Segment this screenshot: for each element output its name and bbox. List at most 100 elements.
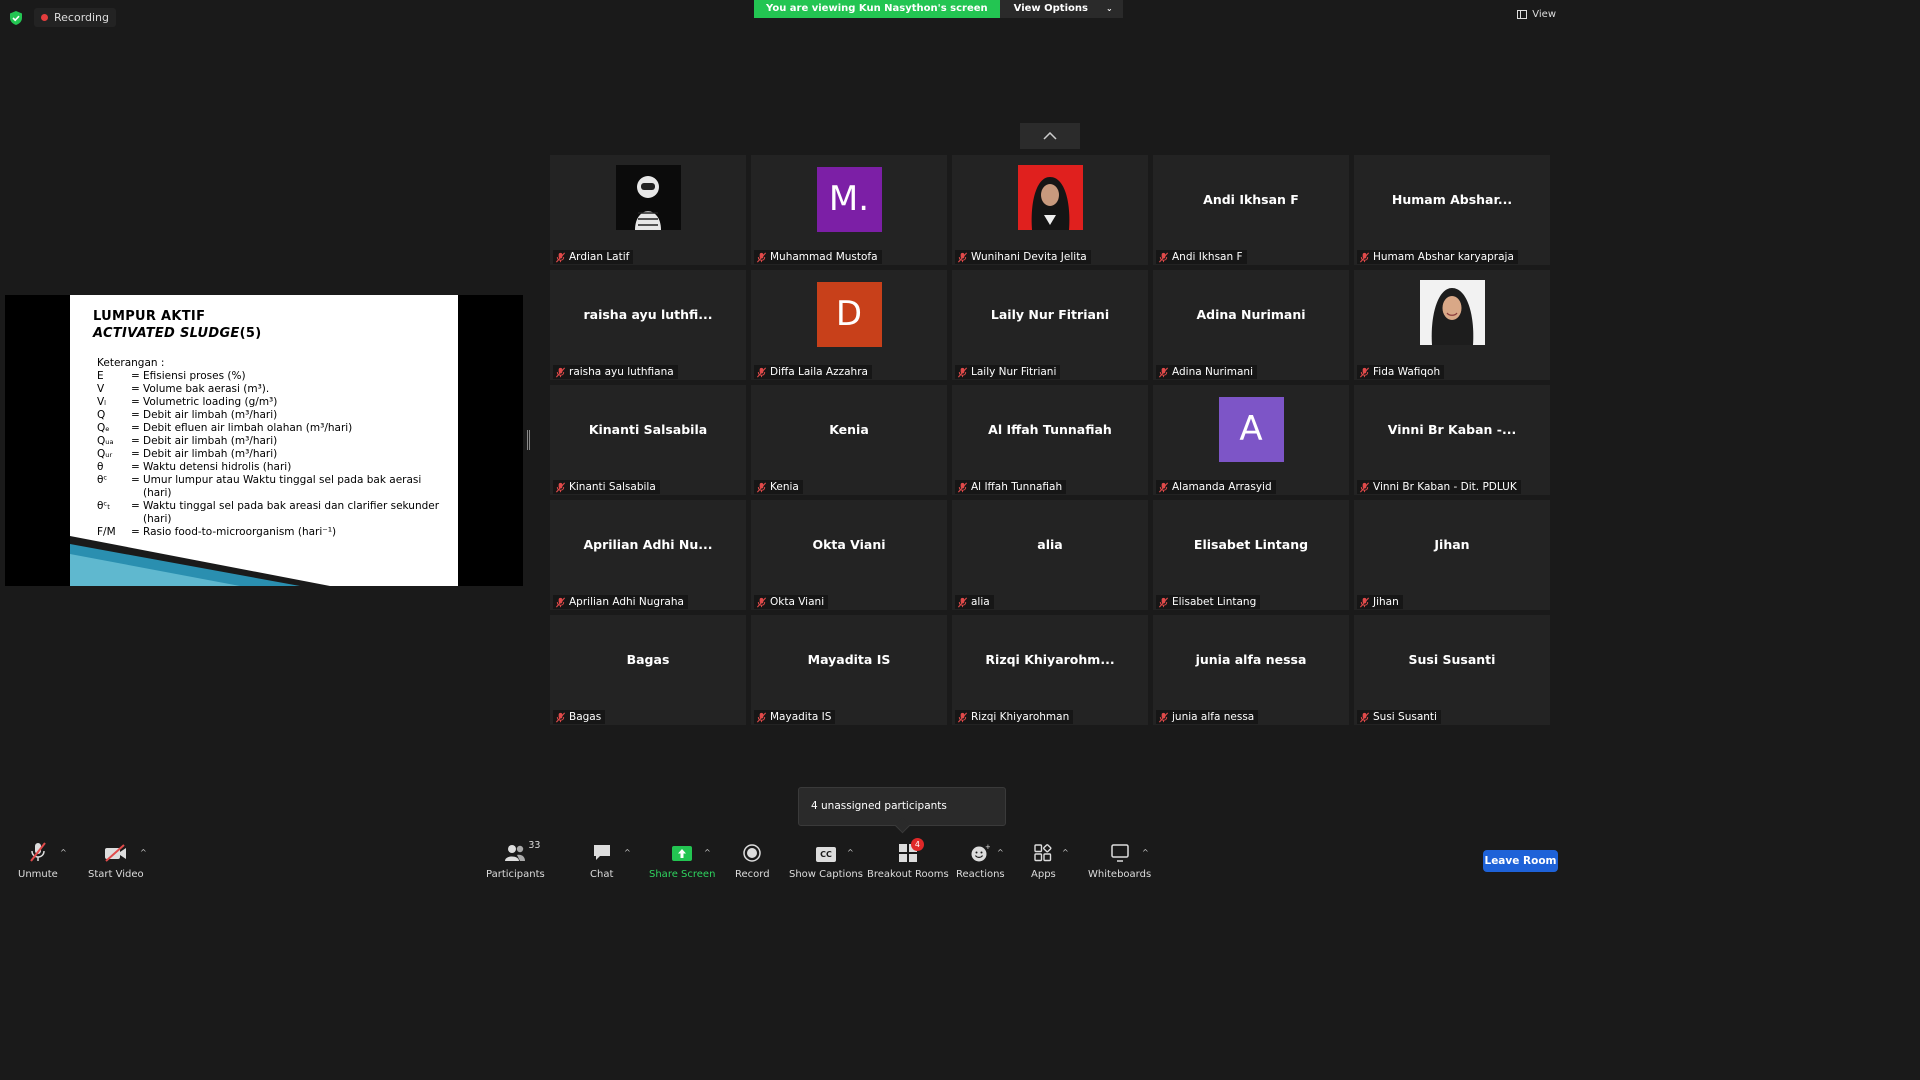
recording-label: Recording (54, 11, 110, 24)
microphone-muted-icon (1359, 597, 1370, 607)
view-options-label: View Options (1013, 3, 1088, 14)
security-shield-icon[interactable] (8, 10, 24, 26)
captions-options-caret[interactable]: ^ (847, 848, 854, 857)
meeting-toolbar: Unmute ^ Start Video ^ 33 Participants C… (0, 836, 1568, 882)
participants-button[interactable]: 33 Participants (486, 840, 545, 880)
grid-view-icon (1517, 10, 1528, 19)
microphone-muted-icon (957, 252, 968, 262)
slide-definition-row: θᶜₜ = Waktu tinggal sel pada bak areasi da… (97, 500, 442, 526)
participant-name-label: Kenia (754, 480, 803, 494)
participant-tile[interactable]: Wunihani Devita Jelita (952, 155, 1148, 265)
avatar: M. (816, 166, 882, 232)
participant-tile[interactable]: Ardian Latif (550, 155, 746, 265)
participant-tile[interactable]: Andi Ikhsan F Andi Ikhsan F (1153, 155, 1349, 265)
record-button[interactable]: Record (735, 842, 770, 880)
leave-room-button[interactable]: Leave Room (1483, 850, 1558, 872)
viewing-screen-text: You are viewing Kun Nasython's screen (754, 0, 1000, 18)
participant-name-label: Muhammad Mustofa (754, 250, 882, 264)
participant-tile[interactable]: Kenia Kenia (751, 385, 947, 495)
slide-definition-eq: = (131, 422, 140, 434)
microphone-muted-icon (1359, 252, 1370, 262)
microphone-muted-icon (957, 367, 968, 377)
shared-screen[interactable]: LUMPUR AKTIF ACTIVATED SLUDGE(5) Keteran… (5, 295, 523, 586)
audio-options-caret[interactable]: ^ (60, 848, 67, 857)
breakout-rooms-button[interactable]: 4 Breakout Rooms (867, 838, 949, 880)
participant-name: Susi Susanti (1373, 711, 1437, 723)
microphone-muted-icon (555, 252, 566, 262)
slide-definition-row: Qᵤᵣ = Debit air limbah (m³/hari) (97, 448, 442, 461)
participant-name-label: Diffa Laila Azzahra (754, 365, 872, 379)
participant-tile[interactable]: Jihan Jihan (1354, 500, 1550, 610)
participant-display: Andi Ikhsan F (1153, 155, 1349, 243)
participant-display-name: Kenia (829, 421, 869, 437)
participant-tile[interactable]: alia alia (952, 500, 1148, 610)
participant-tile[interactable]: junia alfa nessa junia alfa nessa (1153, 615, 1349, 725)
participant-display (952, 155, 1148, 243)
view-layout-button[interactable]: View (1517, 9, 1556, 20)
participant-tile[interactable]: Elisabet Lintang Elisabet Lintang (1153, 500, 1349, 610)
apps-options-caret[interactable]: ^ (1062, 848, 1069, 857)
reactions-options-caret[interactable]: ^ (997, 848, 1004, 857)
video-options-caret[interactable]: ^ (140, 848, 147, 857)
slide-definition-def: Debit air limbah (m³/hari) (143, 448, 278, 460)
participant-tile[interactable]: Kinanti Salsabila Kinanti Salsabila (550, 385, 746, 495)
participant-tile[interactable]: Humam Abshar... Humam Abshar karyapraja (1354, 155, 1550, 265)
participant-display: Okta Viani (751, 500, 947, 588)
participant-tile[interactable]: Aprilian Adhi Nu... Aprilian Adhi Nugraha (550, 500, 746, 610)
participant-tile[interactable]: Mayadita IS Mayadita IS (751, 615, 947, 725)
participant-display-name: raisha ayu luthfi... (583, 306, 713, 322)
slide-definition-sym: θᶜₜ (97, 500, 111, 512)
participant-tile[interactable]: Okta Viani Okta Viani (751, 500, 947, 610)
participant-tile[interactable]: Al Iffah Tunnafiah Al Iffah Tunnafiah (952, 385, 1148, 495)
share-options-caret[interactable]: ^ (704, 848, 711, 857)
participant-tile[interactable]: D Diffa Laila Azzahra (751, 270, 947, 380)
microphone-muted-icon (957, 712, 968, 722)
participant-name: Andi Ikhsan F (1172, 251, 1243, 263)
participant-tile[interactable]: Bagas Bagas (550, 615, 746, 725)
split-resize-handle[interactable] (527, 430, 530, 450)
whiteboards-options-caret[interactable]: ^ (1142, 848, 1149, 857)
participant-tile[interactable]: raisha ayu luthfi... raisha ayu luthfiana (550, 270, 746, 380)
participant-name: Ardian Latif (569, 251, 630, 263)
viewing-banner: You are viewing Kun Nasython's screen Vi… (754, 0, 1123, 18)
participant-name-label: Elisabet Lintang (1156, 595, 1261, 609)
recording-indicator[interactable]: Recording (34, 8, 117, 27)
chat-icon (593, 845, 610, 860)
participant-display: alia (952, 500, 1148, 588)
chat-button[interactable]: Chat (590, 842, 613, 880)
slide-definition-row: θᶜ = Umur lumpur atau Waktu tinggal sel pa… (97, 474, 442, 500)
microphone-muted-icon (756, 367, 767, 377)
slide-definition-row: V = Volume bak aerasi (m³). (97, 383, 442, 396)
participant-display: Mayadita IS (751, 615, 947, 703)
participant-tile[interactable]: Adina Nurimani Adina Nurimani (1153, 270, 1349, 380)
participant-tile[interactable]: Susi Susanti Susi Susanti (1354, 615, 1550, 725)
apps-button[interactable]: Apps (1031, 842, 1056, 880)
microphone-muted-icon (555, 712, 566, 722)
participant-tile[interactable]: Rizqi Khiyarohm... Rizqi Khiyarohman (952, 615, 1148, 725)
view-options-button[interactable]: View Options ⌄ (999, 0, 1123, 18)
participant-tile[interactable]: Vinni Br Kaban -... Vinni Br Kaban - Dit.… (1354, 385, 1550, 495)
participant-tile[interactable]: M. Muhammad Mustofa (751, 155, 947, 265)
participant-name-label: Laily Nur Fitriani (955, 365, 1061, 379)
participant-display-name: Humam Abshar... (1391, 191, 1513, 207)
slide-definition-sym: Vₗ (97, 396, 106, 408)
unmute-button[interactable]: Unmute (18, 842, 58, 880)
participant-name-label: Kinanti Salsabila (553, 480, 660, 494)
microphone-muted-icon (756, 482, 767, 492)
participant-tile[interactable]: A Alamanda Arrasyid (1153, 385, 1349, 495)
participant-display (550, 155, 746, 243)
whiteboards-label: Whiteboards (1088, 869, 1152, 880)
start-video-button[interactable]: Start Video (88, 842, 144, 880)
participant-name-label: Vinni Br Kaban - Dit. PDLUK (1357, 480, 1521, 494)
microphone-muted-icon (756, 252, 767, 262)
microphone-muted-icon (555, 597, 566, 607)
chat-options-caret[interactable]: ^ (624, 848, 631, 857)
participant-tile[interactable]: Laily Nur Fitriani Laily Nur Fitriani (952, 270, 1148, 380)
participant-display: M. (751, 155, 947, 243)
microphone-muted-icon (1158, 367, 1169, 377)
participant-tile[interactable]: Fida Wafiqoh (1354, 270, 1550, 380)
microphone-muted-icon (1158, 482, 1169, 492)
collapse-gallery-button[interactable] (1020, 123, 1080, 149)
breakout-rooms-label: Breakout Rooms (867, 869, 949, 880)
view-label: View (1532, 9, 1556, 20)
